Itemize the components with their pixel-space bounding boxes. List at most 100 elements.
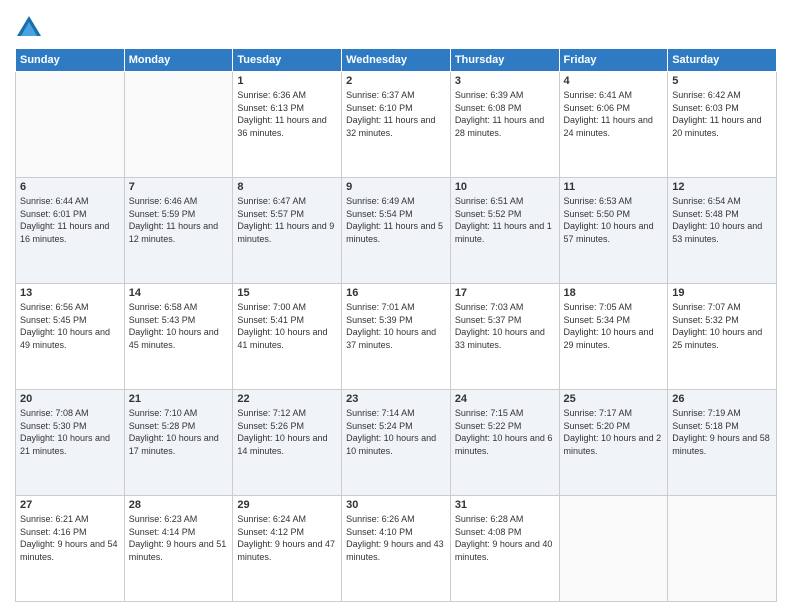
day-number: 5 xyxy=(672,75,772,87)
day-info: Sunrise: 6:23 AM Sunset: 4:14 PM Dayligh… xyxy=(129,513,229,563)
calendar-day-cell xyxy=(16,72,125,178)
day-number: 11 xyxy=(564,181,664,193)
calendar-day-header: Wednesday xyxy=(342,49,451,72)
day-info: Sunrise: 6:42 AM Sunset: 6:03 PM Dayligh… xyxy=(672,89,772,139)
day-info: Sunrise: 7:15 AM Sunset: 5:22 PM Dayligh… xyxy=(455,407,555,457)
calendar-day-cell: 6 Sunrise: 6:44 AM Sunset: 6:01 PM Daylig… xyxy=(16,178,125,284)
day-info: Sunrise: 7:08 AM Sunset: 5:30 PM Dayligh… xyxy=(20,407,120,457)
day-number: 19 xyxy=(672,287,772,299)
calendar-week-row: 20 Sunrise: 7:08 AM Sunset: 5:30 PM Dayli… xyxy=(16,390,777,496)
day-number: 13 xyxy=(20,287,120,299)
day-info: Sunrise: 7:00 AM Sunset: 5:41 PM Dayligh… xyxy=(237,301,337,351)
calendar-day-cell xyxy=(124,72,233,178)
day-number: 22 xyxy=(237,393,337,405)
day-info: Sunrise: 6:21 AM Sunset: 4:16 PM Dayligh… xyxy=(20,513,120,563)
day-number: 28 xyxy=(129,499,229,511)
day-number: 3 xyxy=(455,75,555,87)
calendar-day-cell: 2 Sunrise: 6:37 AM Sunset: 6:10 PM Daylig… xyxy=(342,72,451,178)
calendar-day-header: Tuesday xyxy=(233,49,342,72)
day-info: Sunrise: 7:14 AM Sunset: 5:24 PM Dayligh… xyxy=(346,407,446,457)
calendar-day-cell: 29Sunrise: 6:24 AM Sunset: 4:12 PM Dayli… xyxy=(233,496,342,602)
day-info: Sunrise: 6:56 AM Sunset: 5:45 PM Dayligh… xyxy=(20,301,120,351)
day-number: 24 xyxy=(455,393,555,405)
calendar-day-cell: 7 Sunrise: 6:46 AM Sunset: 5:59 PM Daylig… xyxy=(124,178,233,284)
day-info: Sunrise: 6:24 AM Sunset: 4:12 PM Dayligh… xyxy=(237,513,337,563)
day-info: Sunrise: 7:19 AM Sunset: 5:18 PM Dayligh… xyxy=(672,407,772,457)
day-number: 23 xyxy=(346,393,446,405)
calendar-day-cell: 31Sunrise: 6:28 AM Sunset: 4:08 PM Dayli… xyxy=(450,496,559,602)
day-info: Sunrise: 6:46 AM Sunset: 5:59 PM Dayligh… xyxy=(129,195,229,245)
day-info: Sunrise: 6:39 AM Sunset: 6:08 PM Dayligh… xyxy=(455,89,555,139)
calendar-day-header: Friday xyxy=(559,49,668,72)
day-info: Sunrise: 7:03 AM Sunset: 5:37 PM Dayligh… xyxy=(455,301,555,351)
day-info: Sunrise: 7:07 AM Sunset: 5:32 PM Dayligh… xyxy=(672,301,772,351)
day-info: Sunrise: 6:41 AM Sunset: 6:06 PM Dayligh… xyxy=(564,89,664,139)
day-info: Sunrise: 6:58 AM Sunset: 5:43 PM Dayligh… xyxy=(129,301,229,351)
day-info: Sunrise: 6:37 AM Sunset: 6:10 PM Dayligh… xyxy=(346,89,446,139)
day-info: Sunrise: 7:12 AM Sunset: 5:26 PM Dayligh… xyxy=(237,407,337,457)
calendar-day-cell: 10 Sunrise: 6:51 AM Sunset: 5:52 PM Dayli… xyxy=(450,178,559,284)
calendar-day-header: Saturday xyxy=(668,49,777,72)
calendar-day-cell: 12Sunrise: 6:54 AM Sunset: 5:48 PM Dayli… xyxy=(668,178,777,284)
day-info: Sunrise: 6:36 AM Sunset: 6:13 PM Dayligh… xyxy=(237,89,337,139)
calendar-day-cell: 27Sunrise: 6:21 AM Sunset: 4:16 PM Dayli… xyxy=(16,496,125,602)
day-number: 21 xyxy=(129,393,229,405)
logo-icon xyxy=(15,14,43,42)
calendar-day-cell: 3 Sunrise: 6:39 AM Sunset: 6:08 PM Daylig… xyxy=(450,72,559,178)
calendar-day-cell xyxy=(668,496,777,602)
header xyxy=(15,10,777,42)
day-number: 25 xyxy=(564,393,664,405)
calendar-day-cell xyxy=(559,496,668,602)
day-info: Sunrise: 6:47 AM Sunset: 5:57 PM Dayligh… xyxy=(237,195,337,245)
day-number: 14 xyxy=(129,287,229,299)
day-info: Sunrise: 6:53 AM Sunset: 5:50 PM Dayligh… xyxy=(564,195,664,245)
calendar-day-cell: 28 Sunrise: 6:23 AM Sunset: 4:14 PM Dayli… xyxy=(124,496,233,602)
day-number: 6 xyxy=(20,181,120,193)
day-info: Sunrise: 7:01 AM Sunset: 5:39 PM Dayligh… xyxy=(346,301,446,351)
calendar-day-cell: 25Sunrise: 7:17 AM Sunset: 5:20 PM Dayli… xyxy=(559,390,668,496)
day-number: 9 xyxy=(346,181,446,193)
day-number: 26 xyxy=(672,393,772,405)
calendar-day-cell: 21 Sunrise: 7:10 AM Sunset: 5:28 PM Dayli… xyxy=(124,390,233,496)
calendar-day-cell: 30Sunrise: 6:26 AM Sunset: 4:10 PM Dayli… xyxy=(342,496,451,602)
day-info: Sunrise: 7:10 AM Sunset: 5:28 PM Dayligh… xyxy=(129,407,229,457)
day-number: 15 xyxy=(237,287,337,299)
calendar-day-cell: 24 Sunrise: 7:15 AM Sunset: 5:22 PM Dayli… xyxy=(450,390,559,496)
day-number: 4 xyxy=(564,75,664,87)
calendar-day-cell: 15 Sunrise: 7:00 AM Sunset: 5:41 PM Dayli… xyxy=(233,284,342,390)
calendar-day-cell: 26 Sunrise: 7:19 AM Sunset: 5:18 PM Dayli… xyxy=(668,390,777,496)
day-info: Sunrise: 6:49 AM Sunset: 5:54 PM Dayligh… xyxy=(346,195,446,245)
calendar-day-cell: 16 Sunrise: 7:01 AM Sunset: 5:39 PM Dayli… xyxy=(342,284,451,390)
day-number: 18 xyxy=(564,287,664,299)
calendar-day-header: Sunday xyxy=(16,49,125,72)
day-number: 20 xyxy=(20,393,120,405)
calendar-day-cell: 14 Sunrise: 6:58 AM Sunset: 5:43 PM Dayli… xyxy=(124,284,233,390)
calendar-day-cell: 19 Sunrise: 7:07 AM Sunset: 5:32 PM Dayli… xyxy=(668,284,777,390)
calendar-day-cell: 4 Sunrise: 6:41 AM Sunset: 6:06 PM Daylig… xyxy=(559,72,668,178)
calendar-day-cell: 22 Sunrise: 7:12 AM Sunset: 5:26 PM Dayli… xyxy=(233,390,342,496)
logo xyxy=(15,14,45,42)
calendar-day-cell: 13 Sunrise: 6:56 AM Sunset: 5:45 PM Dayli… xyxy=(16,284,125,390)
day-info: Sunrise: 7:05 AM Sunset: 5:34 PM Dayligh… xyxy=(564,301,664,351)
calendar-day-cell: 9 Sunrise: 6:49 AM Sunset: 5:54 PM Daylig… xyxy=(342,178,451,284)
calendar-week-row: 6 Sunrise: 6:44 AM Sunset: 6:01 PM Daylig… xyxy=(16,178,777,284)
day-number: 16 xyxy=(346,287,446,299)
day-number: 30 xyxy=(346,499,446,511)
day-number: 31 xyxy=(455,499,555,511)
calendar-day-cell: 1 Sunrise: 6:36 AM Sunset: 6:13 PM Daylig… xyxy=(233,72,342,178)
calendar-day-header: Monday xyxy=(124,49,233,72)
day-number: 7 xyxy=(129,181,229,193)
day-info: Sunrise: 6:51 AM Sunset: 5:52 PM Dayligh… xyxy=(455,195,555,245)
calendar-day-cell: 11 Sunrise: 6:53 AM Sunset: 5:50 PM Dayli… xyxy=(559,178,668,284)
calendar-table: SundayMondayTuesdayWednesdayThursdayFrid… xyxy=(15,48,777,602)
day-number: 1 xyxy=(237,75,337,87)
day-number: 2 xyxy=(346,75,446,87)
day-number: 10 xyxy=(455,181,555,193)
day-info: Sunrise: 6:44 AM Sunset: 6:01 PM Dayligh… xyxy=(20,195,120,245)
day-number: 8 xyxy=(237,181,337,193)
calendar-day-header: Thursday xyxy=(450,49,559,72)
calendar-week-row: 27Sunrise: 6:21 AM Sunset: 4:16 PM Dayli… xyxy=(16,496,777,602)
calendar-week-row: 13 Sunrise: 6:56 AM Sunset: 5:45 PM Dayli… xyxy=(16,284,777,390)
day-number: 17 xyxy=(455,287,555,299)
calendar-header-row: SundayMondayTuesdayWednesdayThursdayFrid… xyxy=(16,49,777,72)
